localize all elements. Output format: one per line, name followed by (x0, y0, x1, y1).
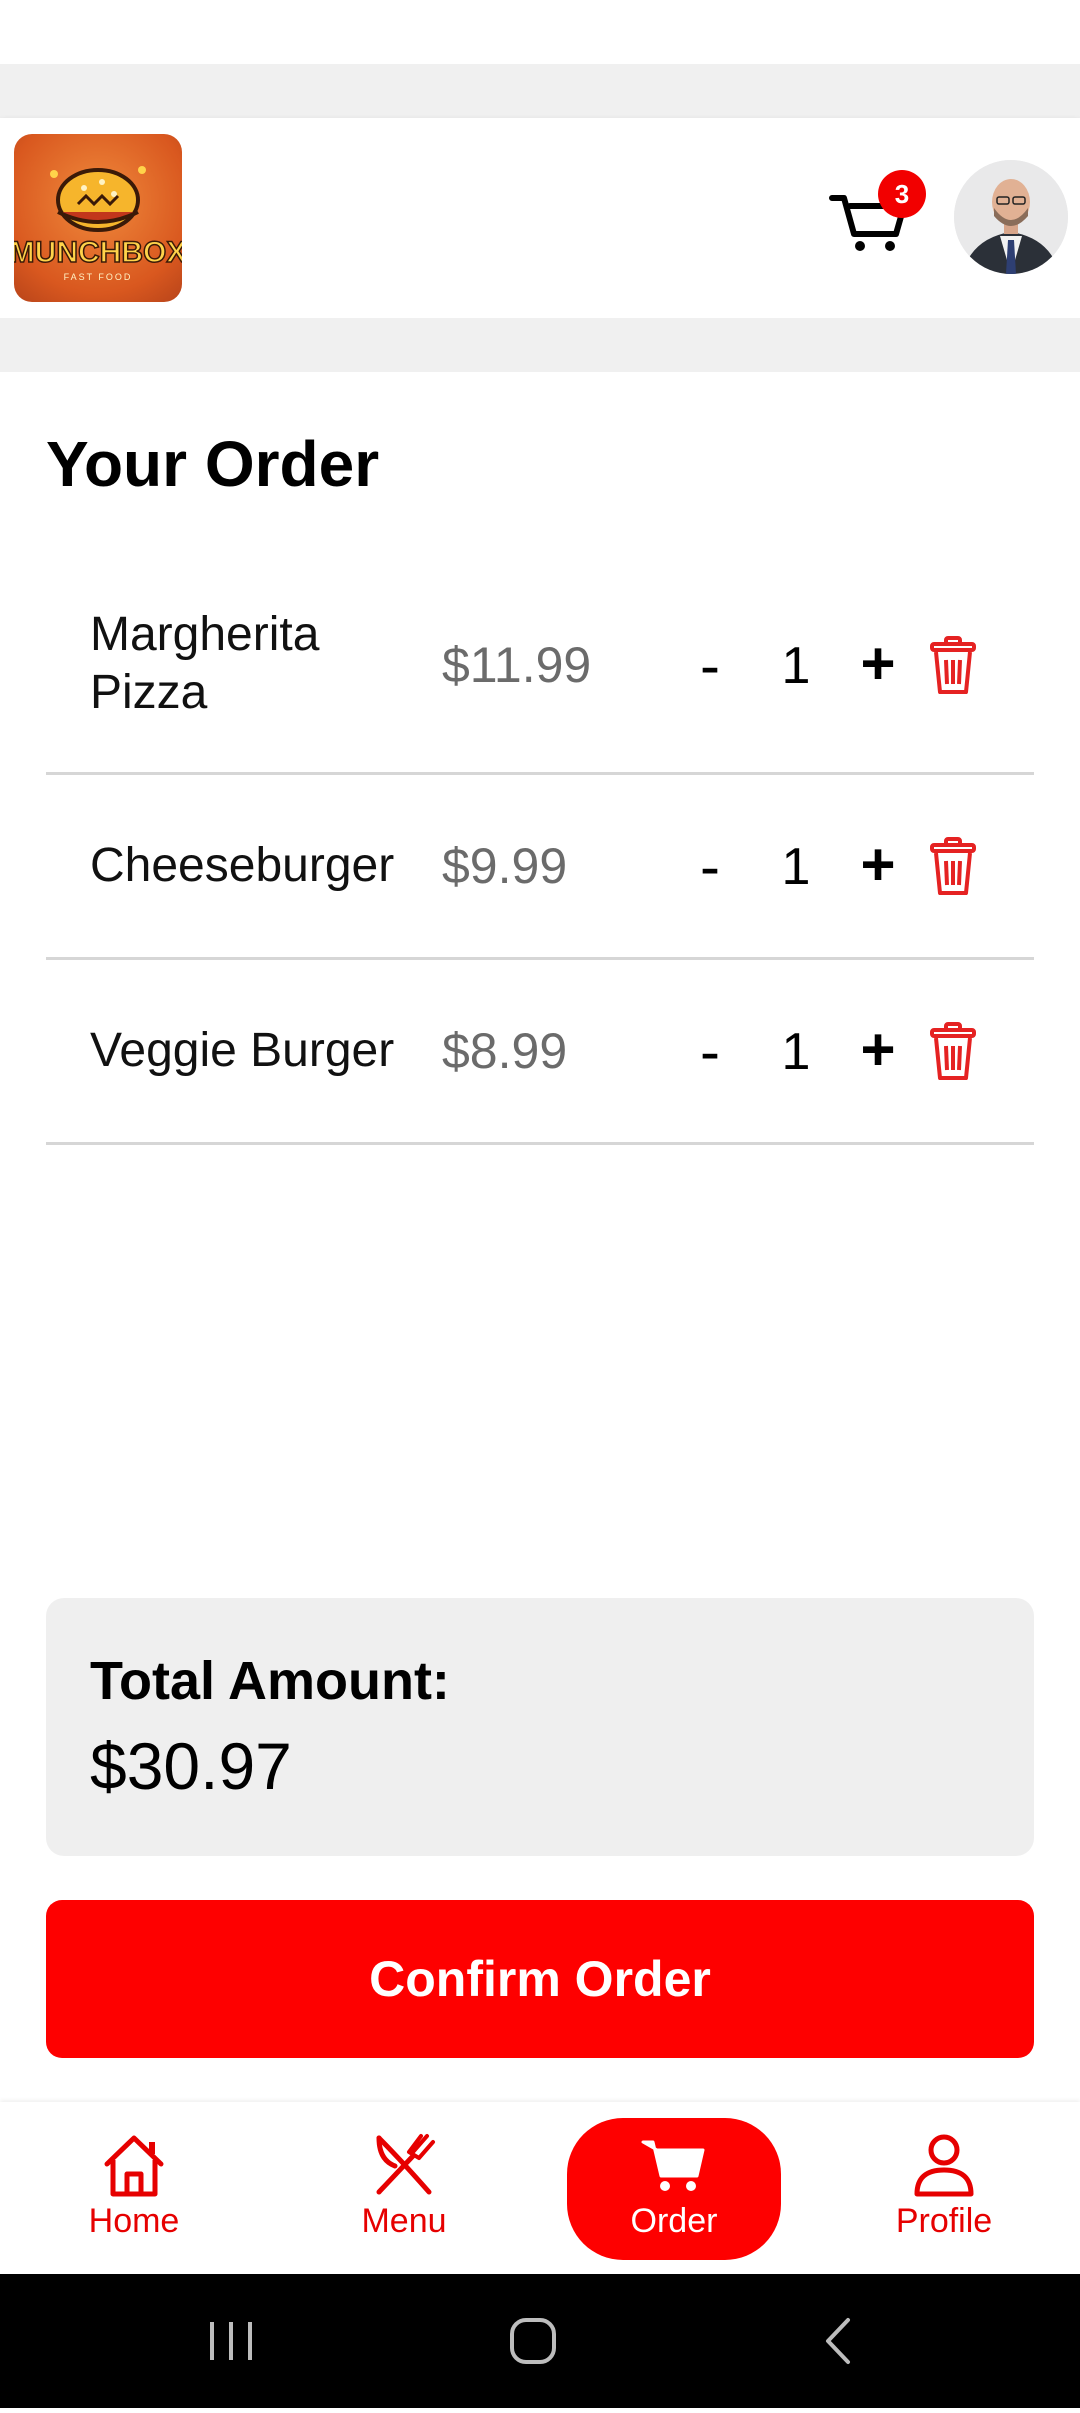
fork-knife-icon (376, 2134, 435, 2195)
trash-icon (930, 837, 976, 895)
order-item-row: Veggie Burger $8.99 - 1 + (46, 960, 1034, 1145)
nav-home[interactable]: Home (27, 2118, 241, 2260)
trash-icon (930, 636, 976, 694)
burger-logo-icon: MUNCHBOX FAST FOOD (14, 166, 182, 282)
nav-menu-label: Menu (361, 2202, 447, 2240)
total-amount-label: Total Amount: (90, 1651, 450, 1711)
nav-order-active[interactable]: Order (567, 2118, 781, 2260)
page-title: Your Order (46, 428, 380, 500)
user-avatar[interactable] (954, 160, 1068, 274)
nav-profile[interactable]: Profile (837, 2118, 1051, 2260)
order-item-row: Margherita Pizza $11.99 - 1 + (46, 562, 1034, 775)
item-name: Margherita Pizza (90, 606, 319, 722)
logo-subtext: FAST FOOD (64, 272, 133, 282)
cart-icon (641, 2140, 705, 2191)
avatar-photo (954, 160, 1068, 274)
recents-icon[interactable] (210, 2322, 252, 2360)
order-total-card: Total Amount: $30.97 (46, 1598, 1034, 1856)
order-item-row: Cheeseburger $9.99 - 1 + (46, 775, 1034, 960)
system-nav-buttons (210, 2318, 850, 2364)
item-price: $8.99 (442, 1023, 568, 1079)
quantity-value: 1 (781, 1023, 811, 1081)
bottom-nav: Home Menu Order Profile (0, 2102, 1080, 2274)
item-price: $11.99 (442, 637, 592, 693)
app-header: MUNCHBOX FAST FOOD 3 (0, 118, 1080, 318)
nav-order-label: Order (630, 2202, 718, 2240)
total-amount-value: $30.97 (90, 1729, 292, 1803)
munchbox-logo[interactable]: MUNCHBOX FAST FOOD (14, 134, 182, 302)
order-list: Margherita Pizza $11.99 - 1 + Cheeseburg… (46, 562, 1034, 1145)
back-chevron-icon[interactable] (826, 2318, 850, 2364)
item-name-line2: Pizza (90, 666, 208, 719)
decrease-quantity-button[interactable]: - (690, 837, 730, 897)
header-spacer-bottom (0, 318, 1080, 372)
decrease-quantity-button[interactable]: - (690, 1022, 730, 1082)
home-circle-icon[interactable] (510, 2318, 556, 2364)
increase-quantity-button[interactable]: + (848, 835, 908, 895)
confirm-order-button[interactable]: Confirm Order (46, 1900, 1034, 2058)
cart-count-badge: 3 (878, 170, 926, 218)
nav-profile-label: Profile (895, 2202, 993, 2240)
item-price: $9.99 (442, 838, 568, 894)
increase-quantity-button[interactable]: + (848, 1020, 908, 1080)
system-navigation-bar (0, 2274, 1080, 2408)
logo-text: MUNCHBOX (14, 236, 182, 269)
decrease-quantity-button[interactable]: - (690, 636, 730, 696)
increase-quantity-button[interactable]: + (848, 634, 908, 694)
delete-item-button[interactable] (926, 636, 980, 696)
trash-icon (930, 1022, 976, 1080)
quantity-value: 1 (781, 637, 811, 695)
status-bar (0, 0, 1080, 64)
nav-home-label: Home (88, 2202, 180, 2240)
quantity-value: 1 (781, 838, 811, 896)
nav-menu[interactable]: Menu (297, 2118, 511, 2260)
delete-item-button[interactable] (926, 1022, 980, 1082)
item-name-line1: Margherita (90, 608, 320, 661)
item-name: Veggie Burger (90, 1024, 395, 1077)
home-icon (104, 2135, 164, 2197)
header-spacer-top (0, 64, 1080, 118)
delete-item-button[interactable] (926, 837, 980, 897)
person-icon (914, 2134, 974, 2197)
item-name: Cheeseburger (90, 839, 395, 892)
